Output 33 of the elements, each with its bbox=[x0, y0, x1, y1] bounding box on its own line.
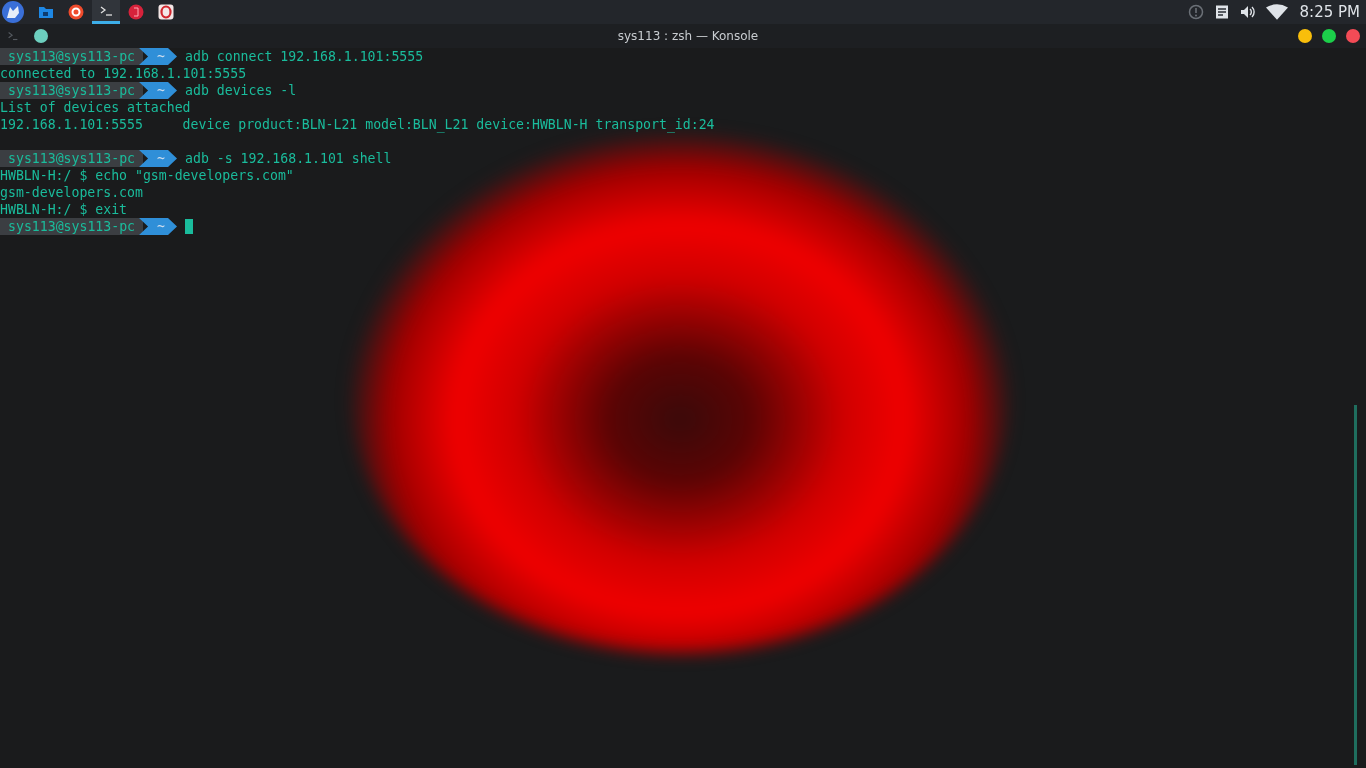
output-text: 192.168.1.101:5555 device product:BLN-L21 model:BLN_L21 device:HWBLN-H transport_id:24 bbox=[0, 117, 715, 132]
pin-button[interactable] bbox=[34, 29, 48, 43]
maximize-button[interactable] bbox=[1322, 29, 1336, 43]
prompt-user: sys113@sys113-pc bbox=[0, 48, 144, 65]
prompt-directory: ~ bbox=[139, 218, 177, 235]
notes-icon[interactable] bbox=[1213, 4, 1230, 20]
prompt-directory: ~ bbox=[139, 82, 177, 99]
scrollbar[interactable] bbox=[1354, 405, 1357, 765]
close-button[interactable] bbox=[1346, 29, 1360, 43]
prompt-directory: ~ bbox=[139, 150, 177, 167]
output-text: gsm-developers.com bbox=[0, 185, 143, 200]
folder-icon bbox=[38, 4, 54, 20]
app-icon bbox=[128, 4, 144, 20]
output-text: connected to 192.168.1.101:5555 bbox=[0, 66, 247, 81]
volume-icon[interactable] bbox=[1239, 4, 1256, 20]
prompt-user: sys113@sys113-pc bbox=[0, 82, 144, 99]
clock[interactable]: 8:25 PM bbox=[1299, 3, 1360, 21]
app-launcher-icon[interactable] bbox=[2, 1, 24, 23]
window-title: sys113 : zsh — Konsole bbox=[616, 29, 760, 43]
wifi-icon[interactable] bbox=[1265, 4, 1288, 20]
command-text: adb devices -l bbox=[185, 83, 297, 98]
output-text: List of devices attached bbox=[0, 100, 191, 115]
browser-icon bbox=[68, 4, 84, 20]
alert-icon[interactable] bbox=[1187, 4, 1204, 20]
minimize-button[interactable] bbox=[1298, 29, 1312, 43]
prompt-directory: ~ bbox=[139, 48, 177, 65]
command-text: adb -s 192.168.1.101 shell bbox=[185, 151, 392, 166]
output-text: HWBLN-H:/ $ echo "gsm-developers.com" bbox=[0, 168, 294, 183]
terminal-icon bbox=[6, 29, 20, 43]
output-text: HWBLN-H:/ $ exit bbox=[0, 202, 128, 217]
command-text: adb connect 192.168.1.101:5555 bbox=[185, 49, 424, 64]
prompt-user: sys113@sys113-pc bbox=[0, 218, 144, 235]
prompt-user: sys113@sys113-pc bbox=[0, 150, 144, 167]
